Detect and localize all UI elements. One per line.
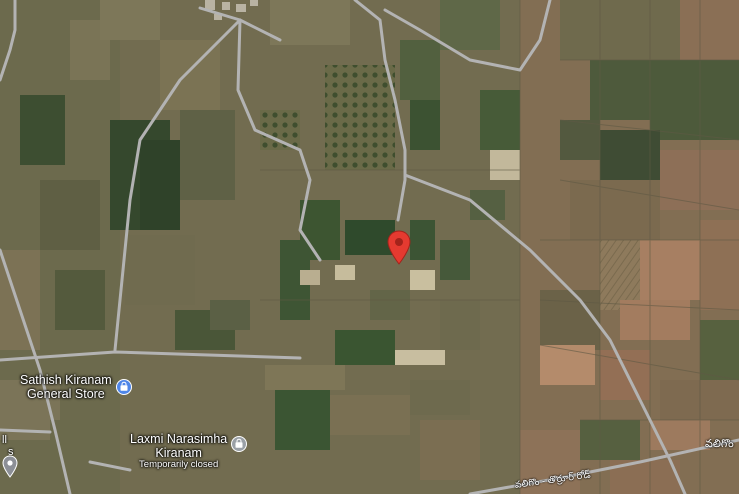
- location-pin-icon[interactable]: [386, 230, 412, 266]
- poi-laxmi-narasimha-kiranam[interactable]: Laxmi Narasimha Kiranam Temporarily clos…: [130, 432, 248, 471]
- edge-label-right: వలిగొం: [705, 438, 734, 450]
- poi-sathish-kiranam[interactable]: Sathish Kiranam General Store: [20, 373, 132, 401]
- shopping-bag-icon[interactable]: [115, 379, 132, 395]
- poi-status: Temporarily closed: [139, 459, 219, 470]
- poi-name-line1: Laxmi Narasimha: [130, 432, 228, 446]
- edge-label-top: ll: [2, 434, 7, 446]
- partial-place-marker-icon[interactable]: [2, 455, 18, 479]
- satellite-map[interactable]: ll s వలిగొం వలిగొం - తొర్రూర్ రోడ్ Sathi…: [0, 0, 739, 494]
- poi-name-line1: Sathish Kiranam: [20, 373, 112, 387]
- poi-name-line2: Kiranam: [155, 446, 202, 460]
- poi-name-line2: General Store: [26, 387, 105, 401]
- poi-label: Sathish Kiranam General Store: [20, 373, 112, 401]
- poi-label: Laxmi Narasimha Kiranam Temporarily clos…: [130, 432, 227, 471]
- shopping-bag-icon[interactable]: [231, 436, 248, 453]
- satellite-imagery: [0, 0, 739, 494]
